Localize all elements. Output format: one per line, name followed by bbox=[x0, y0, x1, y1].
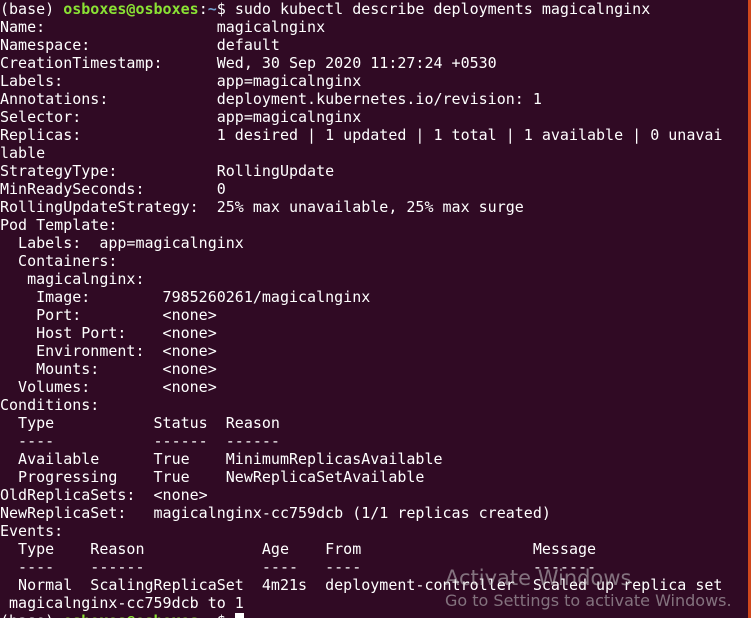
output-line: Selector: app=magicalnginx bbox=[0, 108, 362, 126]
prompt-symbol: $ bbox=[217, 612, 235, 618]
conda-env-label: (base) bbox=[0, 0, 64, 18]
output-line: Labels: app=magicalnginx bbox=[0, 72, 362, 90]
text-cursor bbox=[234, 613, 244, 618]
output-line: Namespace: default bbox=[0, 36, 280, 54]
output-line: Image: 7985260261/magicalnginx bbox=[0, 288, 371, 306]
output-line: Progressing True NewReplicaSetAvailable bbox=[0, 468, 425, 486]
output-line: Volumes: <none> bbox=[0, 378, 217, 396]
output-line: Available True MinimumReplicasAvailable bbox=[0, 450, 443, 468]
output-line: magicalnginx-cc759dcb to 1 bbox=[0, 594, 244, 612]
output-line: lable bbox=[0, 144, 46, 162]
output-line: MinReadySeconds: 0 bbox=[0, 180, 226, 198]
output-line: Replicas: 1 desired | 1 updated | 1 tota… bbox=[0, 126, 723, 144]
prompt-path: ~ bbox=[207, 0, 217, 18]
command-text: sudo kubectl describe deployments magica… bbox=[234, 0, 651, 18]
output-line: OldReplicaSets: <none> bbox=[0, 486, 208, 504]
output-line: Type Status Reason bbox=[0, 414, 280, 432]
output-line: NewReplicaSet: magicalnginx-cc759dcb (1/… bbox=[0, 504, 551, 522]
output-line: Pod Template: bbox=[0, 216, 118, 234]
prompt-separator: : bbox=[199, 612, 208, 618]
command-line: (base) osboxes@osboxes:~$ sudo kubectl d… bbox=[0, 0, 722, 18]
output-line: Mounts: <none> bbox=[0, 360, 217, 378]
output-line: Annotations: deployment.kubernetes.io/re… bbox=[0, 90, 542, 108]
output-line: Environment: <none> bbox=[0, 342, 217, 360]
prompt-user-host: osboxes@osboxes bbox=[63, 612, 198, 618]
prompt-symbol: $ bbox=[216, 0, 235, 18]
output-line: ---- ------ ------ bbox=[0, 432, 280, 450]
output-line: Name: magicalnginx bbox=[0, 18, 326, 36]
output-line: magicalnginx: bbox=[0, 270, 145, 288]
output-line: Labels: app=magicalnginx bbox=[0, 234, 244, 252]
prompt-path: ~ bbox=[208, 612, 217, 618]
terminal-window[interactable]: (base) osboxes@osboxes:~$ sudo kubectl d… bbox=[0, 0, 751, 618]
output-line: Port: <none> bbox=[0, 306, 217, 324]
conda-env-label: (base) bbox=[0, 612, 63, 618]
output-line: Type Reason Age From Message bbox=[0, 540, 597, 558]
current-prompt-line[interactable]: (base) osboxes@osboxes:~$ bbox=[0, 612, 722, 618]
terminal-output: (base) osboxes@osboxes:~$ sudo kubectl d… bbox=[0, 0, 722, 618]
output-line: CreationTimestamp: Wed, 30 Sep 2020 11:2… bbox=[0, 54, 497, 72]
output-line: Host Port: <none> bbox=[0, 324, 217, 342]
output-line: ---- ------ ---- ---- ------- bbox=[0, 558, 597, 576]
prompt-separator: : bbox=[198, 0, 208, 18]
output-line: Conditions: bbox=[0, 396, 100, 414]
prompt-user-host: osboxes@osboxes bbox=[63, 0, 199, 18]
output-line: Events: bbox=[0, 522, 64, 540]
output-line: Normal ScalingReplicaSet 4m21s deploymen… bbox=[0, 576, 723, 594]
output-line: RollingUpdateStrategy: 25% max unavailab… bbox=[0, 198, 524, 216]
output-line: Containers: bbox=[0, 252, 118, 270]
output-line: StrategyType: RollingUpdate bbox=[0, 162, 335, 180]
